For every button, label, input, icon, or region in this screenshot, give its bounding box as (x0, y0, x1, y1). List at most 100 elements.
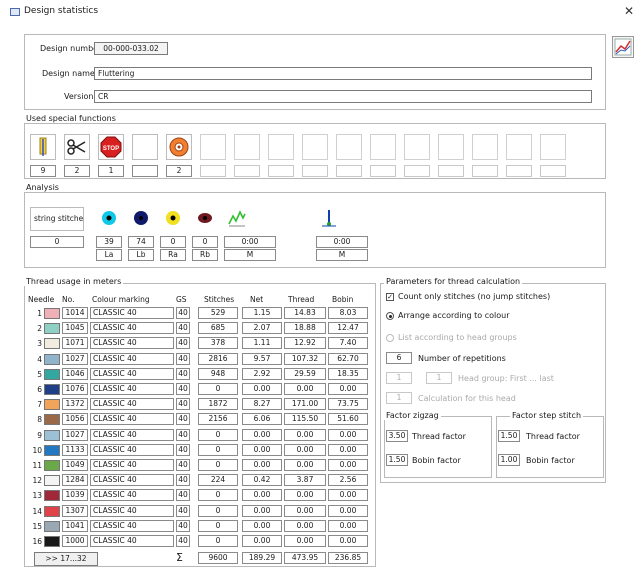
list-head-radio[interactable] (386, 334, 394, 342)
m-zigzag-icon[interactable] (224, 205, 250, 231)
colour-swatch[interactable] (44, 444, 60, 456)
needle-trim-icon[interactable] (30, 134, 56, 160)
gs-value[interactable]: 40 (176, 519, 190, 532)
gs-value[interactable]: 40 (176, 474, 190, 487)
colour-marking[interactable]: CLASSIC 40 (90, 352, 174, 365)
gs-value[interactable]: 40 (176, 459, 190, 471)
thread-number[interactable]: 1049 (62, 459, 88, 471)
colour-marking[interactable]: CLASSIC 40 (90, 519, 174, 532)
colour-swatch[interactable] (44, 323, 60, 335)
colour-marking[interactable]: CLASSIC 40 (90, 383, 174, 395)
empty-function-icon[interactable] (234, 134, 260, 160)
close-icon[interactable]: ✕ (624, 4, 634, 18)
colour-swatch[interactable] (44, 536, 60, 547)
calc-head-field[interactable]: 1 (386, 392, 412, 404)
empty-function-icon[interactable] (438, 134, 464, 160)
thread-number[interactable]: 1046 (62, 367, 88, 380)
thread-number[interactable]: 1076 (62, 383, 88, 395)
thread-number[interactable]: 1307 (62, 504, 88, 517)
gs-value[interactable]: 40 (176, 337, 190, 350)
thread-number[interactable]: 1039 (62, 489, 88, 502)
colour-marking[interactable]: CLASSIC 40 (90, 474, 174, 487)
gs-value[interactable]: 40 (176, 383, 190, 395)
colour-swatch[interactable] (44, 520, 60, 532)
empty-function-icon[interactable] (540, 134, 566, 160)
empty-function-icon[interactable] (506, 134, 532, 160)
thread-number[interactable]: 1000 (62, 535, 88, 547)
chart-icon[interactable] (612, 36, 634, 58)
step-bobin-field[interactable]: 1.00 (498, 454, 520, 466)
colour-swatch[interactable] (44, 368, 60, 380)
thread-number[interactable]: 1027 (62, 428, 88, 441)
empty-function-icon[interactable] (472, 134, 498, 160)
head-last-field[interactable]: 1 (426, 372, 452, 384)
gs-value[interactable]: 40 (176, 428, 190, 441)
colour-marking[interactable]: CLASSIC 40 (90, 398, 174, 411)
colour-marking[interactable]: CLASSIC 40 (90, 307, 174, 319)
thread-number[interactable]: 1045 (62, 322, 88, 335)
colour-marking[interactable]: CLASSIC 40 (90, 322, 174, 335)
bobbin-change-icon[interactable] (166, 134, 192, 160)
m-thread-icon[interactable] (316, 205, 342, 231)
colour-swatch[interactable] (44, 338, 60, 350)
gs-value[interactable]: 40 (176, 352, 190, 365)
colour-marking[interactable]: CLASSIC 40 (90, 535, 174, 547)
empty-function-icon[interactable] (370, 134, 396, 160)
thread-number[interactable]: 1041 (62, 519, 88, 532)
empty-function-icon[interactable] (336, 134, 362, 160)
head-first-field[interactable]: 1 (386, 372, 412, 384)
colour-swatch[interactable] (44, 475, 60, 487)
arrange-colour-radio[interactable] (386, 312, 394, 320)
colour-swatch[interactable] (44, 429, 60, 441)
zigzag-thread-field[interactable]: 3.50 (386, 430, 408, 442)
stop-icon[interactable]: STOP (98, 134, 124, 160)
colour-swatch[interactable] (44, 353, 60, 365)
step-thread-field[interactable]: 1.50 (498, 430, 520, 442)
colour-marking[interactable]: CLASSIC 40 (90, 504, 174, 517)
rb-analysis-icon[interactable] (192, 205, 218, 231)
gs-value[interactable]: 40 (176, 398, 190, 411)
empty-function-icon[interactable] (268, 134, 294, 160)
gs-value[interactable]: 40 (176, 367, 190, 380)
gs-value[interactable]: 40 (176, 504, 190, 517)
thread-number[interactable]: 1071 (62, 337, 88, 350)
repetitions-field[interactable]: 6 (386, 352, 412, 364)
la-analysis-icon[interactable] (96, 205, 122, 231)
ra-analysis-icon[interactable] (160, 205, 186, 231)
colour-swatch[interactable] (44, 308, 60, 319)
colour-swatch[interactable] (44, 414, 60, 426)
design-name-field[interactable]: Fluttering (94, 67, 592, 80)
thread-number[interactable]: 1284 (62, 474, 88, 487)
gs-value[interactable]: 40 (176, 443, 190, 456)
colour-marking[interactable]: CLASSIC 40 (90, 459, 174, 471)
zigzag-bobin-field[interactable]: 1.50 (386, 454, 408, 466)
colour-swatch[interactable] (44, 460, 60, 471)
empty-function-icon[interactable] (200, 134, 226, 160)
colour-marking[interactable]: CLASSIC 40 (90, 413, 174, 426)
colour-marking[interactable]: CLASSIC 40 (90, 367, 174, 380)
gs-value[interactable]: 40 (176, 307, 190, 319)
colour-swatch[interactable] (44, 490, 60, 502)
gs-value[interactable]: 40 (176, 535, 190, 547)
count-only-checkbox[interactable]: ✓ (386, 293, 394, 301)
empty-function-icon[interactable] (404, 134, 430, 160)
thread-number[interactable]: 1372 (62, 398, 88, 411)
thread-number[interactable]: 1133 (62, 443, 88, 456)
empty-function-icon[interactable] (302, 134, 328, 160)
empty-function-icon[interactable] (132, 134, 158, 160)
colour-swatch[interactable] (44, 384, 60, 395)
gs-value[interactable]: 40 (176, 322, 190, 335)
colour-marking[interactable]: CLASSIC 40 (90, 428, 174, 441)
colour-marking[interactable]: CLASSIC 40 (90, 443, 174, 456)
colour-marking[interactable]: CLASSIC 40 (90, 337, 174, 350)
colour-swatch[interactable] (44, 505, 60, 517)
thread-number[interactable]: 1056 (62, 413, 88, 426)
colour-swatch[interactable] (44, 399, 60, 411)
scissors-icon[interactable] (64, 134, 90, 160)
thread-number[interactable]: 1014 (62, 307, 88, 319)
next-needles-button[interactable]: >> 17...32 (34, 552, 98, 567)
gs-value[interactable]: 40 (176, 413, 190, 426)
lb-analysis-icon[interactable] (128, 205, 154, 231)
thread-number[interactable]: 1027 (62, 352, 88, 365)
version-field[interactable]: CR (94, 90, 592, 103)
